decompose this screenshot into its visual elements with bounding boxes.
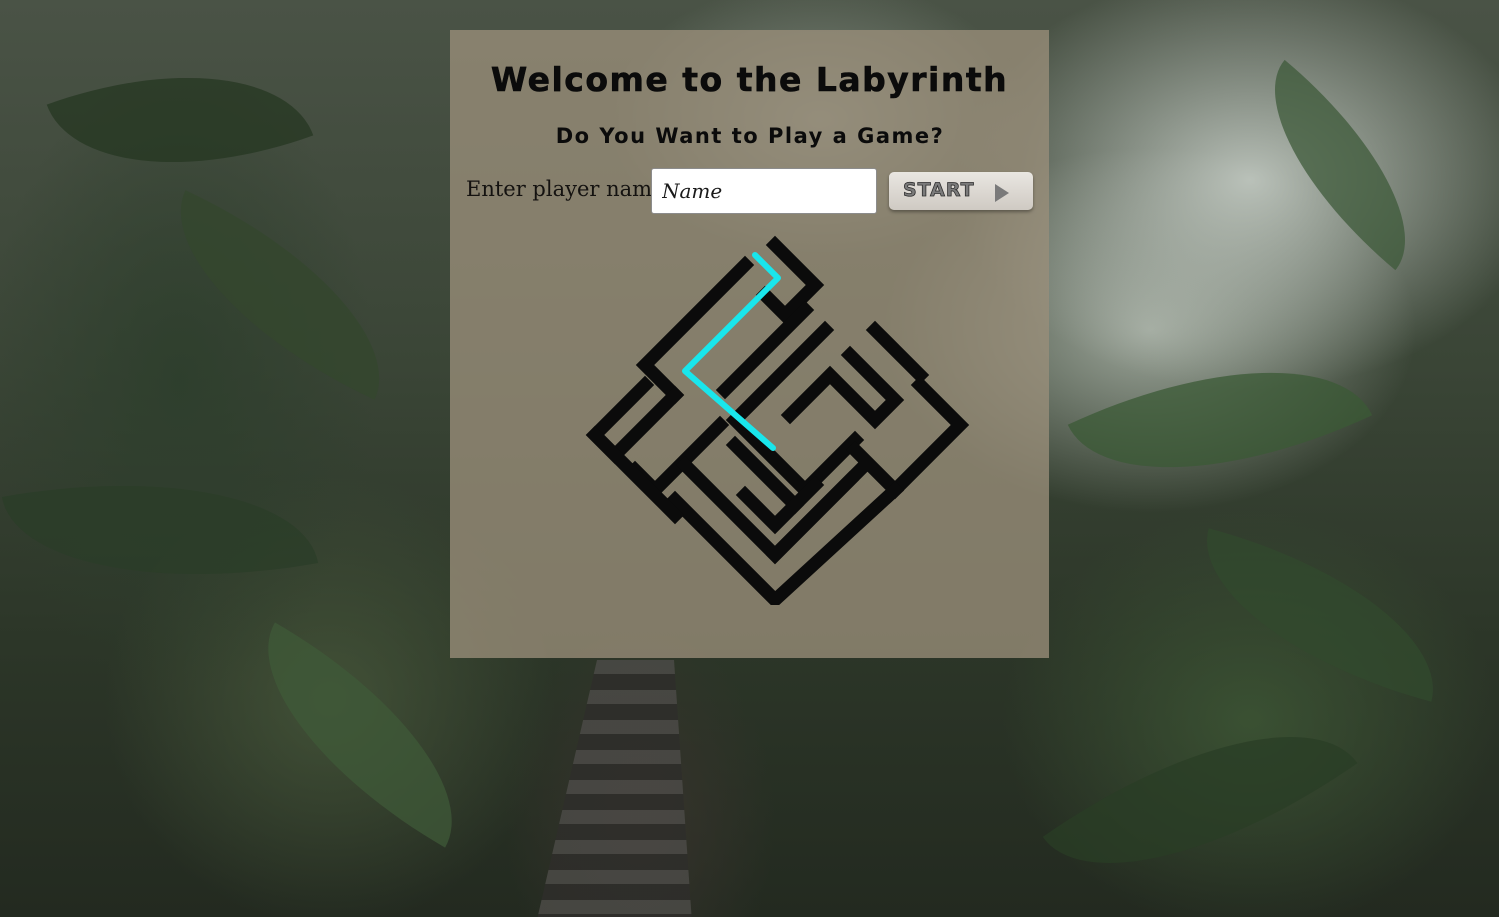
foliage-leaf [1180,528,1460,702]
maze-walls [585,235,970,605]
labyrinth-maze-logo [585,235,970,605]
stone-path [537,660,692,917]
play-arrow-icon [995,184,1009,202]
foliage-leaf [1042,664,1358,917]
player-name-label: Enter player name: [466,177,672,201]
welcome-panel: Welcome to the Labyrinth Do You Want to … [450,30,1049,658]
player-form: Enter player name: START [466,168,1036,214]
foliage-leaf [1067,306,1373,534]
player-name-input[interactable] [651,168,877,214]
start-button[interactable]: START [889,172,1033,210]
start-button-label: START [903,179,975,202]
foliage-leaf [1226,59,1454,271]
page-subtitle: Do You Want to Play a Game? [555,124,945,148]
foliage-leaf [1,444,319,616]
page-title: Welcome to the Labyrinth [490,60,1009,100]
foliage-leaf [46,22,314,218]
foliage-leaf [138,190,422,400]
